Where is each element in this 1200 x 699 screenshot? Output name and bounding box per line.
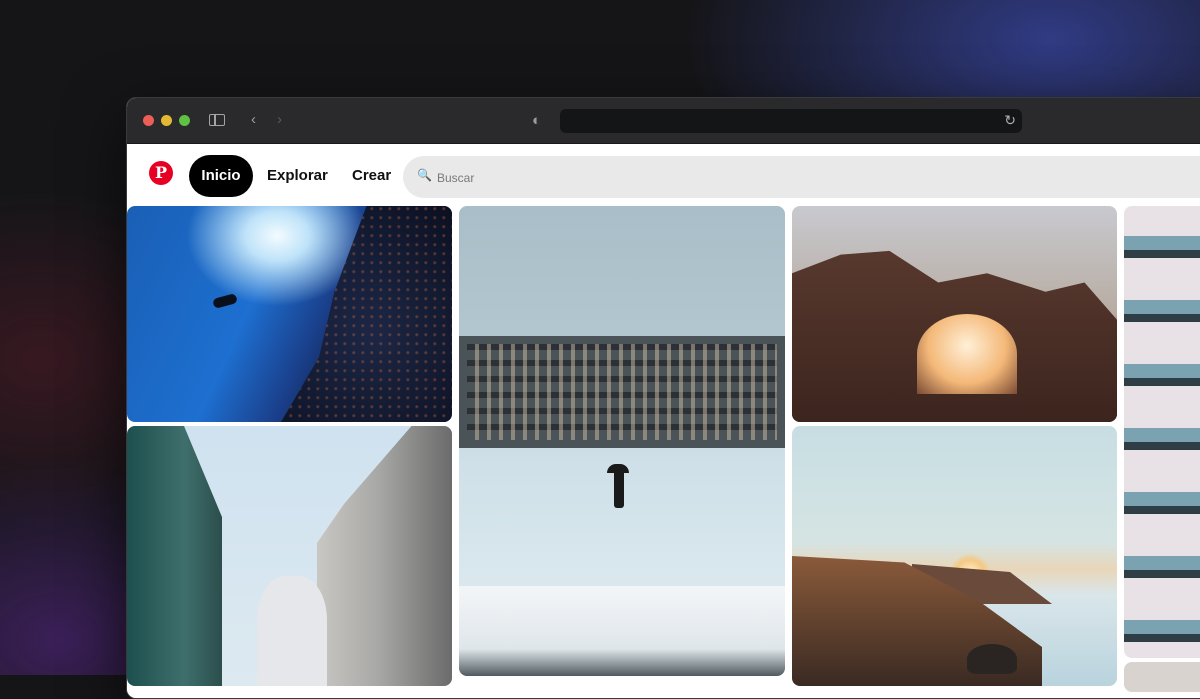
reload-icon[interactable]: ↻ xyxy=(1004,112,1016,129)
image-detail xyxy=(257,576,327,686)
forward-icon[interactable]: › xyxy=(277,111,282,129)
image-detail xyxy=(317,426,452,686)
pin-image[interactable] xyxy=(459,206,785,676)
pin-image[interactable] xyxy=(792,206,1117,422)
pin-image[interactable] xyxy=(127,426,452,686)
image-detail xyxy=(281,206,452,422)
shield-icon[interactable]: ◐ xyxy=(532,112,541,130)
nav-explore[interactable]: Explorar xyxy=(267,155,328,197)
close-window-button[interactable] xyxy=(143,115,154,126)
back-icon[interactable]: ‹ xyxy=(251,111,256,129)
nav-home[interactable]: Inicio xyxy=(189,155,253,197)
image-detail xyxy=(459,336,785,448)
image-detail xyxy=(614,468,624,508)
browser-toolbar: ‹ › ◐ ↻ xyxy=(127,98,1200,144)
site-header: P Inicio Explorar Crear 🔍 xyxy=(127,144,1200,206)
pinterest-logo[interactable]: P xyxy=(149,161,173,185)
search-bar[interactable]: 🔍 xyxy=(403,156,1200,200)
minimize-window-button[interactable] xyxy=(161,115,172,126)
image-detail xyxy=(967,644,1017,674)
pin-image[interactable] xyxy=(1124,206,1200,658)
image-detail xyxy=(127,426,222,686)
search-input[interactable] xyxy=(435,156,1039,200)
pin-image[interactable] xyxy=(127,206,452,422)
browser-window: ‹ › ◐ ↻ P Inicio Explorar Crear 🔍 xyxy=(126,97,1200,699)
zoom-window-button[interactable] xyxy=(179,115,190,126)
image-detail xyxy=(459,586,785,676)
image-detail xyxy=(917,314,1017,394)
address-bar[interactable]: ↻ xyxy=(560,109,1022,133)
pin-image[interactable] xyxy=(1124,662,1200,692)
pin-image[interactable] xyxy=(792,426,1117,686)
nav-create[interactable]: Crear xyxy=(352,155,391,197)
search-icon: 🔍 xyxy=(417,168,432,182)
sidebar-icon[interactable] xyxy=(209,114,225,126)
image-detail xyxy=(212,293,238,309)
page-content: P Inicio Explorar Crear 🔍 xyxy=(127,144,1200,698)
